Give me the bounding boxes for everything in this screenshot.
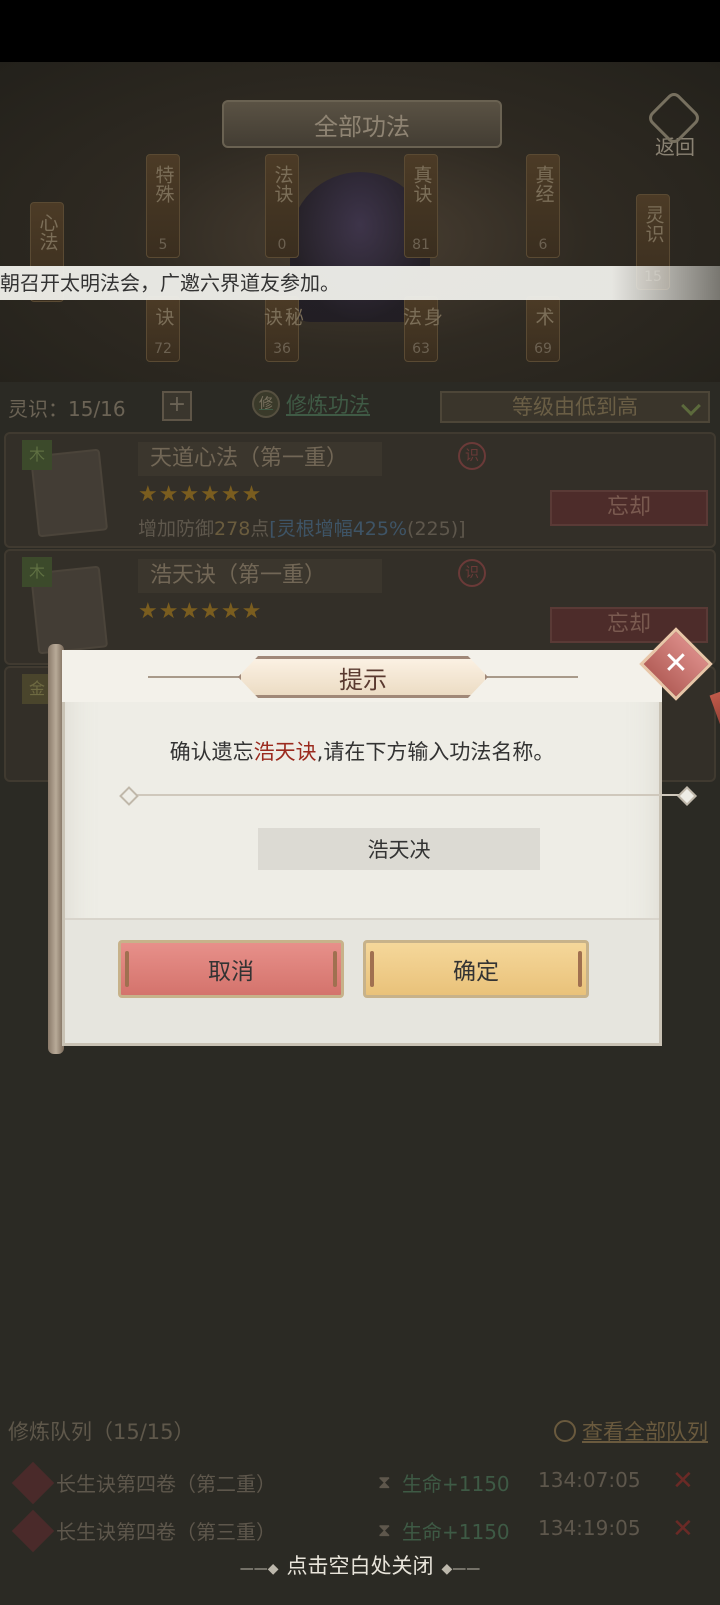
- desc-number: 278: [214, 518, 251, 540]
- msg-suffix: ,请在下方输入功法名称。: [316, 740, 555, 764]
- forget-button[interactable]: 忘却: [550, 490, 708, 526]
- tab-label: 真经: [532, 165, 555, 203]
- view-all-label: 查看全部队列: [582, 1420, 708, 1444]
- tab-count: 69: [534, 341, 552, 357]
- dialog-title: 提示: [238, 656, 488, 698]
- chevron-down-icon: [681, 396, 701, 416]
- lingshi-count: 灵识：15/16: [8, 397, 126, 421]
- tab-label: 真诀: [410, 165, 433, 203]
- tab-label: 灵识: [642, 205, 665, 243]
- skill-description: 增加防御278点[灵根增幅425%(225)]: [138, 514, 466, 541]
- tab-zhenjing[interactable]: 真经 6: [526, 154, 560, 258]
- remove-icon[interactable]: ✕: [672, 1466, 694, 1496]
- skill-diamond-icon: [11, 1461, 55, 1505]
- queue-row: 长生诀第四卷（第三重） ⧗ 生命+1150 134:19:05 ✕: [0, 1509, 720, 1554]
- skill-name: 天道心法（第一重）: [138, 442, 382, 476]
- add-lingshi-button[interactable]: +: [162, 391, 192, 421]
- shi-badge: 识: [458, 559, 486, 587]
- star-rating: ★★★★★★: [138, 599, 263, 624]
- queue-time: 134:07:05: [538, 1468, 641, 1492]
- confirm-button[interactable]: 确定: [363, 940, 589, 998]
- tab-zhenjue[interactable]: 真诀 81: [404, 154, 438, 258]
- tab-jue[interactable]: 诀 72: [146, 296, 180, 362]
- desc-bonus: [灵根增幅425%: [269, 518, 408, 540]
- tab-fajue[interactable]: 法诀 0: [265, 154, 299, 258]
- queue-title: 修炼队列（15/15）: [8, 1420, 195, 1444]
- left-ornament-icon: ——◆: [239, 1561, 279, 1577]
- back-button[interactable]: 返回: [640, 89, 710, 162]
- shi-badge: 识: [458, 442, 486, 470]
- element-badge: 木: [22, 440, 52, 470]
- msg-skill-name: 浩天诀: [253, 740, 317, 764]
- confirm-dialog: 提示 确认遗忘浩天诀,请在下方输入功法名称。 取消 确定 ✕: [48, 627, 720, 1054]
- divider: [128, 794, 688, 796]
- skill-name: 浩天诀（第一重）: [138, 559, 382, 593]
- element-badge: 木: [22, 557, 52, 587]
- cultivate-label: 修炼功法: [286, 393, 370, 417]
- tab-label: 秘诀: [261, 307, 304, 326]
- view-all-queue-link[interactable]: 查看全部队列: [554, 1416, 708, 1446]
- tab-label: 心法: [36, 213, 59, 251]
- right-ornament-icon: ◆——: [441, 1561, 481, 1577]
- cultivate-link[interactable]: 修 修炼功法: [252, 389, 370, 419]
- tab-mijue[interactable]: 秘诀 36: [261, 296, 304, 362]
- info-bar: 灵识：15/16 + 修 修炼功法 等级由低到高: [0, 385, 720, 431]
- tab-count: 36: [273, 341, 291, 357]
- skill-name-input[interactable]: [258, 828, 540, 870]
- queue-row: 长生诀第四卷（第二重） ⧗ 生命+1150 134:07:05 ✕: [0, 1461, 720, 1506]
- dialog-message: 确认遗忘浩天诀,请在下方输入功法名称。: [62, 736, 662, 766]
- cultivate-icon: 修: [252, 390, 280, 418]
- tab-label: 特殊: [152, 165, 175, 203]
- cancel-button[interactable]: 取消: [118, 940, 344, 998]
- tab-count: 0: [277, 237, 287, 253]
- star-rating: ★★★★★★: [138, 482, 263, 507]
- tab-count: 81: [412, 237, 430, 253]
- skill-card[interactable]: 木 浩天诀（第一重） ★★★★★★ 识 忘却: [4, 549, 716, 665]
- search-icon: [554, 1420, 576, 1442]
- remove-icon[interactable]: ✕: [672, 1514, 694, 1544]
- tab-count: 5: [158, 237, 168, 253]
- tab-label: 术: [532, 307, 555, 326]
- tab-shenfa[interactable]: 身法 63: [400, 296, 443, 362]
- queue-header: 修炼队列（15/15） 查看全部队列: [0, 1412, 720, 1452]
- tab-count: 63: [412, 341, 430, 357]
- tab-count: 6: [538, 237, 548, 253]
- hourglass-icon: ⧗: [378, 1472, 391, 1493]
- queue-skill-name: 长生诀第四卷（第三重）: [56, 1520, 276, 1544]
- tab-label: 身法: [400, 307, 443, 326]
- tab-teshu[interactable]: 特殊 5: [146, 154, 180, 258]
- close-hint-label: 点击空白处关闭: [286, 1554, 434, 1578]
- queue-effect: 生命+1150: [402, 1472, 510, 1496]
- queue-effect: 生命+1150: [402, 1520, 510, 1544]
- skill-card[interactable]: 木 天道心法（第一重） ★★★★★★ 增加防御278点[灵根增幅425%(225…: [4, 432, 716, 548]
- tab-shu[interactable]: 术 69: [526, 296, 560, 362]
- hourglass-icon: ⧗: [378, 1520, 391, 1541]
- desc-unit: 点: [250, 518, 270, 540]
- tab-count: 72: [154, 341, 172, 357]
- tab-label: 诀: [152, 307, 175, 326]
- skill-diamond-icon: [11, 1509, 55, 1553]
- sort-dropdown[interactable]: 等级由低到高: [440, 391, 710, 423]
- msg-prefix: 确认遗忘: [169, 740, 254, 764]
- close-icon: ✕: [663, 646, 689, 681]
- queue-skill-name: 长生诀第四卷（第二重）: [56, 1472, 276, 1496]
- desc-tail: (225)]: [407, 518, 466, 540]
- tab-label: 法诀: [271, 165, 294, 203]
- status-bar: [0, 0, 720, 62]
- close-hint[interactable]: ——◆ 点击空白处关闭 ◆——: [0, 1550, 720, 1580]
- queue-time: 134:19:05: [538, 1516, 641, 1540]
- screen: 全部功法 返回 心法 特殊 5 法诀 0 真诀 81 真经 6 灵识 15: [0, 0, 720, 1605]
- announcement-marquee: 朝召开太明法会，广邀六界道友参加。: [0, 266, 720, 300]
- sort-label: 等级由低到高: [512, 395, 638, 419]
- desc-prefix: 增加防御: [138, 518, 215, 540]
- page-title: 全部功法: [222, 100, 502, 148]
